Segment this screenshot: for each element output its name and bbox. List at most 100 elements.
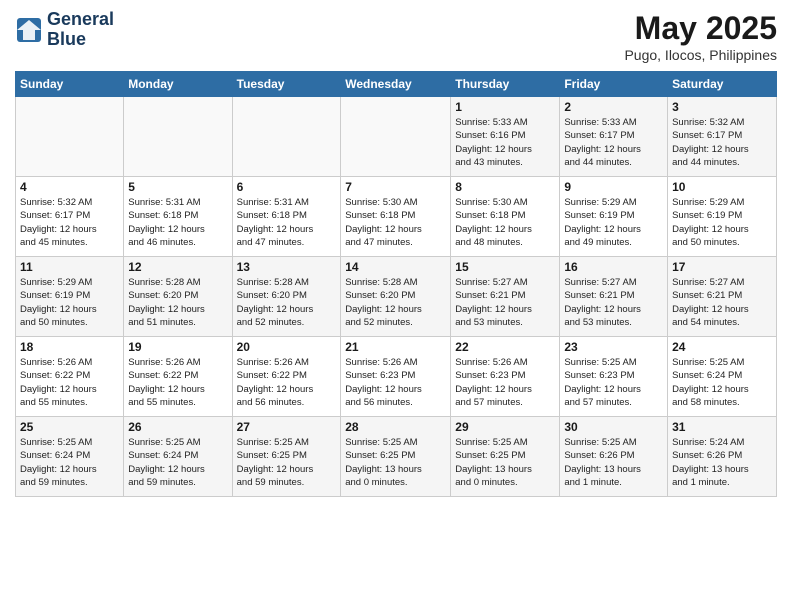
day-info: Sunrise: 5:26 AMSunset: 6:22 PMDaylight:… [20, 356, 119, 409]
calendar-cell: 22 Sunrise: 5:26 AMSunset: 6:23 PMDayligh… [451, 337, 560, 417]
calendar-cell: 13 Sunrise: 5:28 AMSunset: 6:20 PMDayligh… [232, 257, 341, 337]
day-info: Sunrise: 5:27 AMSunset: 6:21 PMDaylight:… [564, 276, 663, 329]
calendar-cell: 12 Sunrise: 5:28 AMSunset: 6:20 PMDayligh… [124, 257, 232, 337]
day-info: Sunrise: 5:30 AMSunset: 6:18 PMDaylight:… [345, 196, 446, 249]
day-info: Sunrise: 5:28 AMSunset: 6:20 PMDaylight:… [237, 276, 337, 329]
logo-line1: General [47, 10, 114, 30]
calendar-cell: 26 Sunrise: 5:25 AMSunset: 6:24 PMDayligh… [124, 417, 232, 497]
day-number: 16 [564, 260, 663, 274]
calendar-cell: 16 Sunrise: 5:27 AMSunset: 6:21 PMDayligh… [560, 257, 668, 337]
day-number: 8 [455, 180, 555, 194]
calendar-cell: 6 Sunrise: 5:31 AMSunset: 6:18 PMDaylight… [232, 177, 341, 257]
day-number: 28 [345, 420, 446, 434]
calendar-cell [232, 97, 341, 177]
calendar-cell: 31 Sunrise: 5:24 AMSunset: 6:26 PMDayligh… [668, 417, 777, 497]
day-number: 2 [564, 100, 663, 114]
calendar-cell: 15 Sunrise: 5:27 AMSunset: 6:21 PMDayligh… [451, 257, 560, 337]
day-info: Sunrise: 5:26 AMSunset: 6:23 PMDaylight:… [455, 356, 555, 409]
day-number: 21 [345, 340, 446, 354]
calendar-cell: 27Sunrise: 5:25 AMSunset: 6:25 PMDayligh… [232, 417, 341, 497]
day-number: 9 [564, 180, 663, 194]
weekday-header: Friday [560, 72, 668, 97]
day-number: 6 [237, 180, 337, 194]
day-info: Sunrise: 5:25 AMSunset: 6:25 PMDaylight:… [345, 436, 446, 489]
calendar-cell: 7Sunrise: 5:30 AMSunset: 6:18 PMDaylight… [341, 177, 451, 257]
day-info: Sunrise: 5:29 AMSunset: 6:19 PMDaylight:… [20, 276, 119, 329]
day-info: Sunrise: 5:28 AMSunset: 6:20 PMDaylight:… [345, 276, 446, 329]
calendar-cell: 14Sunrise: 5:28 AMSunset: 6:20 PMDayligh… [341, 257, 451, 337]
calendar-cell: 4Sunrise: 5:32 AMSunset: 6:17 PMDaylight… [16, 177, 124, 257]
calendar-cell [341, 97, 451, 177]
day-number: 25 [20, 420, 119, 434]
calendar-week-row: 4Sunrise: 5:32 AMSunset: 6:17 PMDaylight… [16, 177, 777, 257]
calendar-week-row: 1Sunrise: 5:33 AMSunset: 6:16 PMDaylight… [16, 97, 777, 177]
day-number: 29 [455, 420, 555, 434]
day-info: Sunrise: 5:25 AMSunset: 6:24 PMDaylight:… [672, 356, 772, 409]
weekday-header: Monday [124, 72, 232, 97]
logo-line2: Blue [47, 30, 114, 50]
calendar-cell: 24 Sunrise: 5:25 AMSunset: 6:24 PMDayligh… [668, 337, 777, 417]
day-number: 5 [128, 180, 227, 194]
day-info: Sunrise: 5:31 AMSunset: 6:18 PMDaylight:… [237, 196, 337, 249]
weekday-header: Thursday [451, 72, 560, 97]
day-info: Sunrise: 5:26 AMSunset: 6:22 PMDaylight:… [237, 356, 337, 409]
calendar-cell: 3 Sunrise: 5:32 AMSunset: 6:17 PMDaylight… [668, 97, 777, 177]
day-info: Sunrise: 5:33 AMSunset: 6:17 PMDaylight:… [564, 116, 663, 169]
day-info: Sunrise: 5:25 AMSunset: 6:25 PMDaylight:… [237, 436, 337, 489]
day-number: 31 [672, 420, 772, 434]
calendar-cell: 17Sunrise: 5:27 AMSunset: 6:21 PMDayligh… [668, 257, 777, 337]
day-number: 26 [128, 420, 227, 434]
calendar-cell: 1Sunrise: 5:33 AMSunset: 6:16 PMDaylight… [451, 97, 560, 177]
day-number: 12 [128, 260, 227, 274]
day-info: Sunrise: 5:25 AMSunset: 6:24 PMDaylight:… [20, 436, 119, 489]
day-number: 30 [564, 420, 663, 434]
day-number: 13 [237, 260, 337, 274]
calendar-cell [16, 97, 124, 177]
day-info: Sunrise: 5:28 AMSunset: 6:20 PMDaylight:… [128, 276, 227, 329]
weekday-header: Wednesday [341, 72, 451, 97]
calendar-cell: 19Sunrise: 5:26 AMSunset: 6:22 PMDayligh… [124, 337, 232, 417]
month-title: May 2025 [624, 10, 777, 47]
weekday-header: Sunday [16, 72, 124, 97]
day-number: 15 [455, 260, 555, 274]
calendar-cell: 23 Sunrise: 5:25 AMSunset: 6:23 PMDayligh… [560, 337, 668, 417]
weekday-header: Tuesday [232, 72, 341, 97]
day-info: Sunrise: 5:25 AMSunset: 6:24 PMDaylight:… [128, 436, 227, 489]
calendar-cell: 20 Sunrise: 5:26 AMSunset: 6:22 PMDayligh… [232, 337, 341, 417]
day-info: Sunrise: 5:27 AMSunset: 6:21 PMDaylight:… [455, 276, 555, 329]
day-number: 18 [20, 340, 119, 354]
calendar-cell: 10Sunrise: 5:29 AMSunset: 6:19 PMDayligh… [668, 177, 777, 257]
logo-text: General Blue [47, 10, 114, 50]
day-number: 20 [237, 340, 337, 354]
calendar-week-row: 11 Sunrise: 5:29 AMSunset: 6:19 PMDayligh… [16, 257, 777, 337]
day-info: Sunrise: 5:32 AMSunset: 6:17 PMDaylight:… [20, 196, 119, 249]
weekday-header: Saturday [668, 72, 777, 97]
calendar-cell: 30Sunrise: 5:25 AMSunset: 6:26 PMDayligh… [560, 417, 668, 497]
calendar-cell: 2 Sunrise: 5:33 AMSunset: 6:17 PMDaylight… [560, 97, 668, 177]
calendar-cell: 28 Sunrise: 5:25 AMSunset: 6:25 PMDayligh… [341, 417, 451, 497]
day-info: Sunrise: 5:25 AMSunset: 6:25 PMDaylight:… [455, 436, 555, 489]
calendar-header-row: SundayMondayTuesdayWednesdayThursdayFrid… [16, 72, 777, 97]
calendar-cell: 8 Sunrise: 5:30 AMSunset: 6:18 PMDaylight… [451, 177, 560, 257]
day-number: 3 [672, 100, 772, 114]
day-info: Sunrise: 5:32 AMSunset: 6:17 PMDaylight:… [672, 116, 772, 169]
day-number: 17 [672, 260, 772, 274]
logo-icon [15, 16, 43, 44]
day-info: Sunrise: 5:30 AMSunset: 6:18 PMDaylight:… [455, 196, 555, 249]
calendar-week-row: 25 Sunrise: 5:25 AMSunset: 6:24 PMDayligh… [16, 417, 777, 497]
day-number: 22 [455, 340, 555, 354]
day-number: 23 [564, 340, 663, 354]
calendar-cell: 5 Sunrise: 5:31 AMSunset: 6:18 PMDaylight… [124, 177, 232, 257]
header: General Blue May 2025 Pugo, Ilocos, Phil… [15, 10, 777, 63]
day-number: 11 [20, 260, 119, 274]
logo: General Blue [15, 10, 114, 50]
calendar-cell: 29 Sunrise: 5:25 AMSunset: 6:25 PMDayligh… [451, 417, 560, 497]
day-info: Sunrise: 5:33 AMSunset: 6:16 PMDaylight:… [455, 116, 555, 169]
calendar-cell [124, 97, 232, 177]
day-number: 24 [672, 340, 772, 354]
day-info: Sunrise: 5:24 AMSunset: 6:26 PMDaylight:… [672, 436, 772, 489]
day-info: Sunrise: 5:25 AMSunset: 6:23 PMDaylight:… [564, 356, 663, 409]
day-info: Sunrise: 5:26 AMSunset: 6:23 PMDaylight:… [345, 356, 446, 409]
title-block: May 2025 Pugo, Ilocos, Philippines [624, 10, 777, 63]
day-info: Sunrise: 5:31 AMSunset: 6:18 PMDaylight:… [128, 196, 227, 249]
